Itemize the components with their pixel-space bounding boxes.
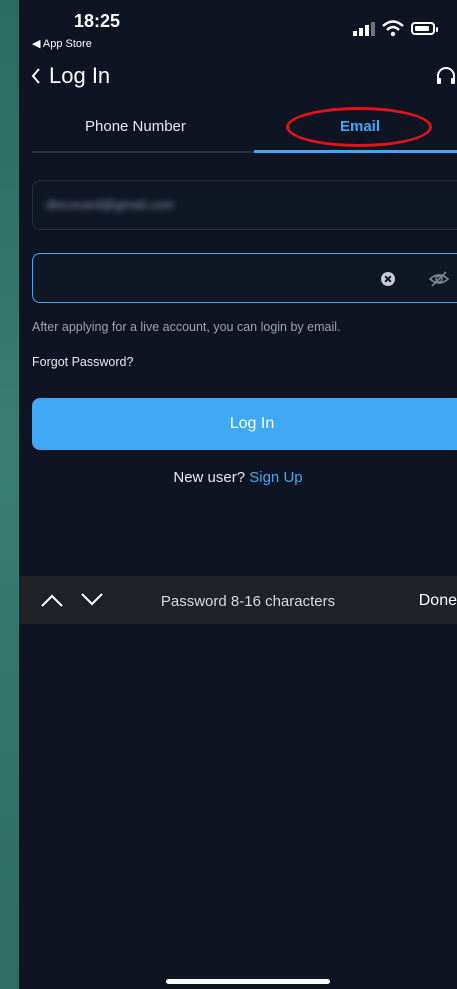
battery-cap [436,27,438,32]
back-button[interactable]: Log In [31,63,110,89]
email-value: discocard@gmail.com [46,197,175,212]
status-icons [343,18,443,40]
phone-screen: 18:25 ◀ App Store Log In Phone Number Em… [19,0,457,989]
password-field[interactable] [32,253,457,303]
tab-phone-number[interactable]: Phone Number [85,118,186,135]
annotation-circle [286,107,432,147]
status-time: 18:25 [74,11,121,31]
battery-icon [411,22,435,35]
tab-active-indicator [254,150,457,153]
clear-icon[interactable] [381,272,395,286]
page-title: Log In [49,63,111,88]
keyboard-toolbar-title: Password 8-16 characters [160,593,336,610]
chevron-left-icon [31,68,40,84]
new-user-row: New user? Sign Up [19,469,457,486]
sign-up-link[interactable]: Sign Up [249,469,302,486]
headset-icon[interactable] [435,66,457,88]
forgot-password-link[interactable]: Forgot Password? [32,355,133,369]
login-button[interactable]: Log In [32,398,457,450]
back-to-app-store[interactable]: ◀ App Store [32,37,92,50]
email-field[interactable]: discocard@gmail.com [32,180,457,230]
eye-off-icon[interactable] [428,270,450,288]
home-indicator[interactable] [166,979,330,984]
new-user-label: New user? [173,469,246,486]
signal-icon [353,22,375,36]
keyboard-toolbar: Password 8-16 characters Done [19,576,457,624]
wifi-icon [382,20,404,37]
email-login-hint: After applying for a live account, you c… [32,320,341,334]
done-button[interactable]: Done [419,592,457,610]
